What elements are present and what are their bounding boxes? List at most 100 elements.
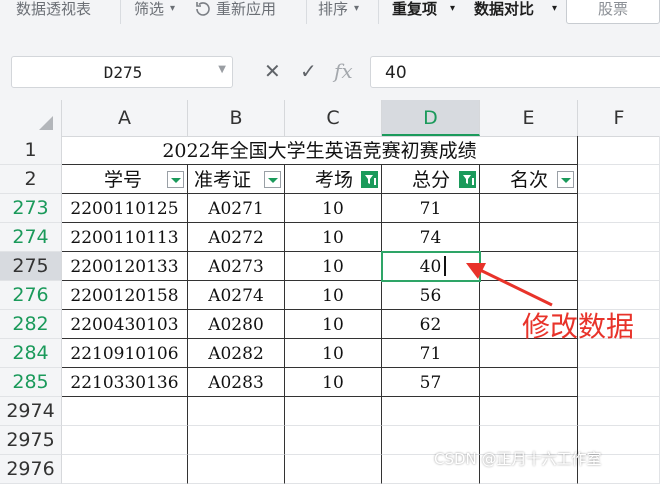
grid-cell[interactable] <box>62 426 188 455</box>
row-header[interactable]: 282 <box>0 310 62 339</box>
chevron-down-icon[interactable]: ▾ <box>450 0 455 22</box>
chevron-down-icon[interactable]: ▾ <box>354 0 359 22</box>
cell-room[interactable]: 10 <box>285 252 382 281</box>
stock-search-box[interactable]: 股票 <box>566 0 660 24</box>
row-header[interactable]: 276 <box>0 281 62 310</box>
column-header-c[interactable]: C <box>285 100 382 136</box>
chevron-down-icon[interactable]: ▾ <box>170 0 175 22</box>
chevron-down-icon <box>268 178 278 183</box>
row-header[interactable]: 285 <box>0 368 62 397</box>
filter-button[interactable]: 筛选 <box>134 0 168 22</box>
filter-dropdown-button[interactable] <box>557 171 574 188</box>
grid-cell[interactable] <box>578 252 660 281</box>
grid-cell[interactable] <box>285 426 382 455</box>
row-header[interactable]: 275 <box>0 252 62 281</box>
cell-ticket[interactable]: A0272 <box>188 223 285 252</box>
pivot-table-button[interactable]: 数据透视表 <box>16 0 108 22</box>
row-header[interactable]: 2974 <box>0 397 62 426</box>
grid-cell[interactable] <box>480 397 578 426</box>
cell-ticket[interactable]: A0271 <box>188 194 285 223</box>
grid-cell[interactable] <box>285 455 382 484</box>
name-box[interactable]: D275 ▼ <box>11 56 233 88</box>
chevron-down-icon[interactable]: ▾ <box>552 0 557 22</box>
cell-room[interactable]: 10 <box>285 339 382 368</box>
grid-cell[interactable] <box>382 397 480 426</box>
grid-cell[interactable] <box>62 455 188 484</box>
annotation-label: 修改数据 <box>522 310 635 343</box>
grid-cell[interactable] <box>62 397 188 426</box>
cell-ticket[interactable]: A0280 <box>188 310 285 339</box>
ribbon-divider <box>378 0 379 24</box>
select-all-icon[interactable] <box>39 116 53 130</box>
row-header[interactable]: 274 <box>0 223 62 252</box>
column-header-b[interactable]: B <box>188 100 285 136</box>
cell-rank[interactable] <box>480 194 578 223</box>
cell-student-id[interactable]: 2200110125 <box>62 194 188 223</box>
cell-student-id[interactable]: 2200430103 <box>62 310 188 339</box>
row-header[interactable]: 1 <box>0 136 62 165</box>
cell-room[interactable]: 10 <box>285 310 382 339</box>
ribbon-divider <box>306 0 307 24</box>
grid-cell[interactable] <box>285 397 382 426</box>
sheet-title[interactable]: 2022年全国大学生英语竞赛初赛成绩 <box>62 136 578 165</box>
row-header[interactable]: 2975 <box>0 426 62 455</box>
row-header[interactable]: 2976 <box>0 455 62 484</box>
fx-icon[interactable]: fx <box>334 60 353 82</box>
grid-cell[interactable] <box>578 368 660 397</box>
filter-dropdown-button[interactable] <box>264 171 281 188</box>
cell-student-id[interactable]: 2210910106 <box>62 339 188 368</box>
grid-cell[interactable] <box>578 165 660 194</box>
grid-cell[interactable] <box>188 455 285 484</box>
cell-score[interactable]: 71 <box>382 339 480 368</box>
formula-input[interactable]: 40 <box>370 56 660 88</box>
column-header-e[interactable]: E <box>480 100 578 136</box>
row-header[interactable]: 2 <box>0 165 62 194</box>
cell-student-id[interactable]: 2200120133 <box>62 252 188 281</box>
row-header[interactable]: 284 <box>0 339 62 368</box>
check-icon[interactable]: ✓ <box>300 60 317 82</box>
name-box-value: D275 <box>103 63 143 82</box>
header-label: 总分 <box>412 169 451 191</box>
column-header-a[interactable]: A <box>62 100 188 136</box>
row-header[interactable]: 273 <box>0 194 62 223</box>
cell-score[interactable]: 71 <box>382 194 480 223</box>
grid-cell[interactable] <box>578 223 660 252</box>
cell-student-id[interactable]: 2200110113 <box>62 223 188 252</box>
grid-cell[interactable] <box>578 194 660 223</box>
ribbon-divider <box>120 0 121 24</box>
grid-cell[interactable] <box>188 397 285 426</box>
reapply-button[interactable]: 重新应用 <box>216 0 298 22</box>
cell-ticket[interactable]: A0273 <box>188 252 285 281</box>
column-header-f[interactable]: F <box>578 100 660 136</box>
grid-cell[interactable] <box>188 426 285 455</box>
reapply-icon <box>194 0 212 22</box>
watermark: CSDN @正月十六工作室 <box>434 450 602 468</box>
formula-bar: D275 ▼ ✕ ✓ fx 40 <box>0 34 660 100</box>
sort-button[interactable]: 排序 <box>318 0 352 22</box>
cell-student-id[interactable]: 2200120158 <box>62 281 188 310</box>
cell-rank[interactable] <box>480 368 578 397</box>
filter-dropdown-button[interactable] <box>167 171 184 188</box>
cell-student-id[interactable]: 2210330136 <box>62 368 188 397</box>
cell-room[interactable]: 10 <box>285 194 382 223</box>
cell-score[interactable]: 74 <box>382 223 480 252</box>
column-header-d[interactable]: D <box>382 100 480 136</box>
header-label: 准考证 <box>194 169 252 191</box>
select-all-corner[interactable] <box>0 100 62 136</box>
duplicates-button[interactable]: 重复项 <box>392 0 448 22</box>
cell-ticket[interactable]: A0274 <box>188 281 285 310</box>
cell-ticket[interactable]: A0283 <box>188 368 285 397</box>
cell-ticket[interactable]: A0282 <box>188 339 285 368</box>
filter-active-icon[interactable] <box>361 171 378 188</box>
cell-score[interactable]: 57 <box>382 368 480 397</box>
cell-room[interactable]: 10 <box>285 368 382 397</box>
close-icon[interactable]: ✕ <box>264 60 281 82</box>
chevron-down-icon[interactable]: ▼ <box>218 64 226 75</box>
grid-cell[interactable] <box>578 136 660 165</box>
data-compare-button[interactable]: 数据对比 <box>474 0 550 22</box>
cell-rank[interactable] <box>480 223 578 252</box>
cell-room[interactable]: 10 <box>285 223 382 252</box>
grid-cell[interactable] <box>578 397 660 426</box>
cell-room[interactable]: 10 <box>285 281 382 310</box>
filter-active-icon[interactable] <box>459 171 476 188</box>
